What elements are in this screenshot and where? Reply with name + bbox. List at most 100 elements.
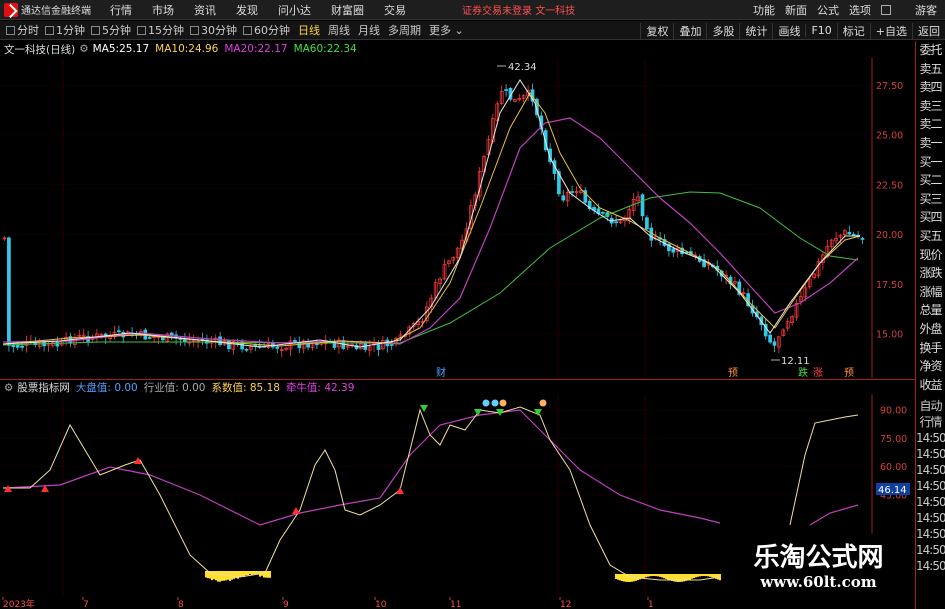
sidebar-item[interactable]: 卖一 [916, 134, 945, 153]
period-fenshi[interactable]: 分时 [6, 22, 39, 38]
fill-bar [249, 571, 251, 574]
sidebar-item[interactable]: 买三 [916, 190, 945, 209]
btn-tongji[interactable]: 统计 [739, 23, 772, 39]
period-1min[interactable]: 1分钟 [45, 22, 85, 38]
menu-caifuquan[interactable]: 财富圈 [331, 2, 364, 18]
login-notice[interactable]: 证券交易未登录 文一科技 [462, 2, 575, 17]
menu-xuanxiang[interactable]: 选项 [849, 2, 871, 18]
menu-hangqing[interactable]: 行情 [110, 2, 132, 18]
sidebar-item[interactable]: 总量 [916, 301, 945, 320]
fill-bar [663, 574, 665, 578]
sidebar-item[interactable]: 卖三 [916, 97, 945, 116]
sidebar-item[interactable]: 买一 [916, 153, 945, 172]
period-5min[interactable]: 5分钟 [91, 22, 131, 38]
checkbox-icon [137, 26, 146, 35]
fill-bar [661, 574, 663, 577]
watermark-title: 乐淘公式网 [722, 537, 915, 574]
period-multi[interactable]: 多周期 [388, 22, 421, 38]
sidebar-time: 14:50 [916, 478, 945, 494]
sidebar-item[interactable]: 买四 [916, 208, 945, 227]
sidebar-item[interactable]: 买五 [916, 227, 945, 246]
date-tick: 7 [83, 600, 89, 609]
btn-zixuan[interactable]: +自选 [870, 23, 912, 39]
btn-fuquan[interactable]: 复权 [640, 23, 673, 39]
period-60min[interactable]: 60分钟 [243, 22, 290, 38]
menu-shichang[interactable]: 市场 [152, 2, 174, 18]
sidebar-item[interactable]: 涨跌 [916, 264, 945, 283]
fill-bar [669, 574, 671, 580]
settings-gear-icon[interactable]: ⚙ [79, 43, 88, 55]
menu-faxian[interactable]: 发现 [236, 2, 258, 18]
sidebar-item[interactable]: 卖四 [916, 78, 945, 97]
sidebar-item[interactable]: 卖五 [916, 60, 945, 79]
period-more[interactable]: 更多 ⌄ [429, 22, 464, 38]
sidebar-item[interactable]: 涨幅 [916, 283, 945, 302]
user-guest[interactable]: 游客 [915, 2, 937, 18]
period-monthly[interactable]: 月线 [358, 22, 380, 38]
event-marker[interactable]: 跌 [798, 366, 808, 378]
fill-bar [253, 571, 255, 574]
candle-body [219, 337, 222, 345]
period-daily[interactable]: 日线 [298, 22, 320, 38]
sidebar-time: 自动 [916, 398, 945, 414]
fill-bar [693, 574, 695, 578]
event-marker[interactable]: 涨 [813, 367, 823, 378]
price-axis: 40.0037.5035.0032.5030.0027.5025.0022.50… [876, 58, 903, 341]
fill-bar [667, 574, 669, 580]
sidebar-item[interactable]: 净资 [916, 357, 945, 376]
fill-bar [247, 571, 249, 575]
event-marker[interactable]: 预 [728, 367, 738, 378]
sidebar-item[interactable]: 委托 [916, 41, 945, 60]
period-30min[interactable]: 30分钟 [190, 22, 237, 38]
menu-wenxiaoda[interactable]: 问小达 [278, 2, 311, 18]
settings-gear-icon[interactable]: ⚙ [4, 382, 13, 394]
fill-bar [653, 574, 655, 576]
date-tick: 8 [178, 600, 184, 609]
menu-zixun[interactable]: 资讯 [194, 2, 216, 18]
sidebar-time: 14:50 [916, 542, 945, 558]
candle-body [645, 218, 648, 229]
ma60-line [3, 192, 858, 345]
event-marker[interactable]: 预 [844, 367, 854, 378]
price-tick: 25.00 [876, 131, 903, 142]
menu-jiaoyi[interactable]: 交易 [384, 2, 406, 18]
stock-name: 文一科技 [4, 42, 46, 57]
date-tick: 11 [450, 600, 461, 609]
candle-body [861, 238, 864, 239]
main-chart-info: 文一科技 (日线) ⚙ MA5:25.17 MA10:24.96 MA20:22… [0, 41, 915, 57]
candle-body [170, 333, 173, 335]
sidebar-time: 14:50 [916, 462, 945, 478]
candle-body [21, 346, 24, 347]
period-15min[interactable]: 15分钟 [137, 22, 184, 38]
window-restore-icon[interactable] [881, 5, 891, 15]
sidebar-item[interactable]: 买二 [916, 171, 945, 190]
sidebar-item[interactable]: 外盘 [916, 320, 945, 339]
sidebar-item[interactable]: 收益 [916, 376, 945, 395]
candle-body [315, 344, 318, 345]
high-price-label: 42.34 [508, 62, 537, 73]
btn-fanhui[interactable]: 返回 [912, 23, 945, 39]
buy-arrow-icon [396, 487, 404, 494]
indicator-tick: 60.00 [880, 462, 907, 473]
event-marker[interactable]: 财 [436, 366, 446, 378]
btn-duogu[interactable]: 多股 [706, 23, 739, 39]
menu-gongshi[interactable]: 公式 [817, 2, 839, 18]
btn-huaxian[interactable]: 画线 [772, 23, 805, 39]
btn-biaoji[interactable]: 标记 [837, 23, 870, 39]
kline-chart[interactable]: 40.0037.5035.0032.5030.0027.5025.0022.50… [0, 58, 915, 378]
btn-diejia[interactable]: 叠加 [673, 23, 706, 39]
fill-bar [245, 571, 247, 575]
title-bar: 通达信金融终端 行情 市场 资讯 发现 问小达 财富圈 交易 证券交易未登录 文… [0, 0, 945, 20]
sidebar-item[interactable]: 现价 [916, 246, 945, 265]
field-dapan: 大盘值: 0.00 [76, 380, 138, 395]
menu-xinmian[interactable]: 新面 [785, 2, 807, 18]
sidebar-item[interactable]: 换手 [916, 339, 945, 358]
period-weekly[interactable]: 周线 [328, 22, 350, 38]
btn-f10[interactable]: F10 [805, 24, 836, 37]
ma5-label: MA5:25.17 [93, 43, 150, 55]
price-tick: 27.50 [876, 81, 903, 92]
sidebar-item[interactable]: 卖二 [916, 115, 945, 134]
menu-gongneng[interactable]: 功能 [753, 2, 775, 18]
yellow-fill-areas [205, 571, 721, 582]
qianniu-line-segment [810, 505, 858, 525]
